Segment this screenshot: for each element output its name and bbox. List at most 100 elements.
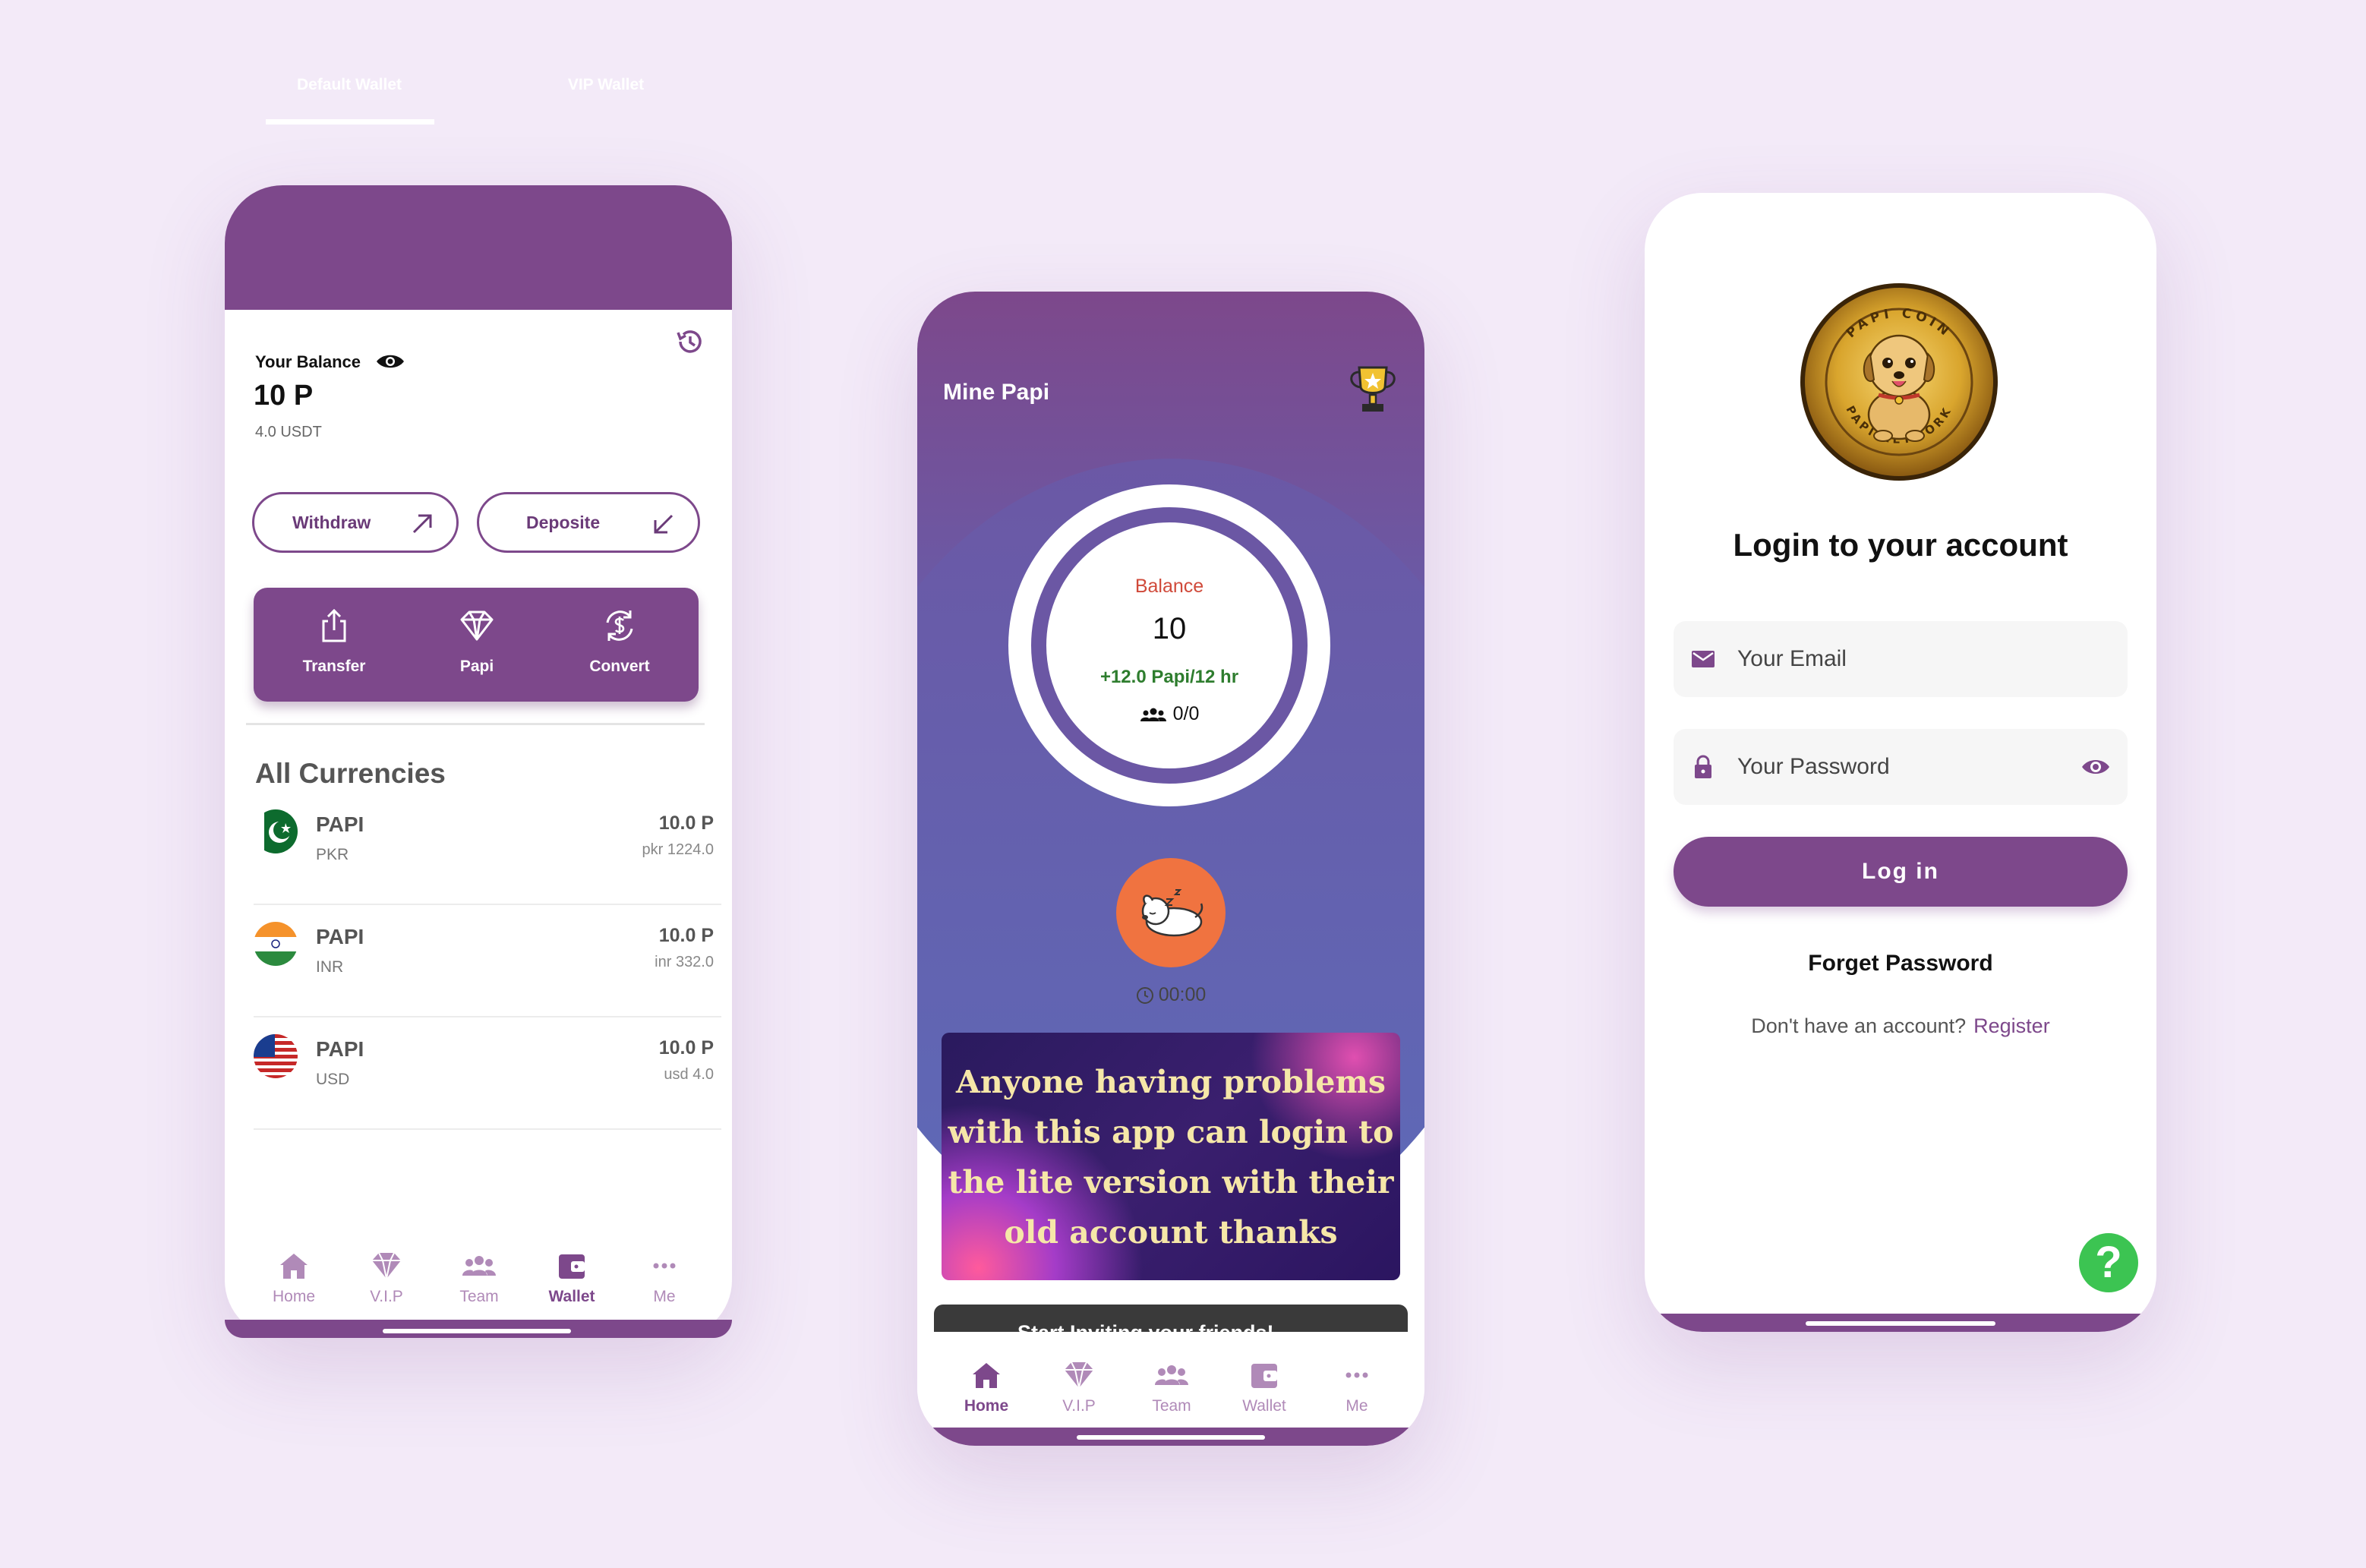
email-field[interactable]	[1674, 621, 2128, 697]
email-input[interactable]	[1737, 638, 2064, 680]
transfer-label: Transfer	[302, 658, 366, 675]
nav-team-label: Team	[1152, 1397, 1191, 1415]
divider	[246, 723, 705, 725]
nav-vip-label: V.I.P	[370, 1288, 403, 1305]
diamond-icon	[372, 1252, 401, 1279]
home-icon	[973, 1363, 1000, 1388]
eye-icon[interactable]	[2081, 756, 2111, 778]
currency-name: PAPI	[316, 1037, 364, 1061]
mine-screen: Mine Papi Balance 10 +12.0 Papi/12 hr 0/…	[917, 292, 1424, 1446]
all-currencies-heading: All Currencies	[255, 758, 446, 789]
deposit-button[interactable]: Deposite	[477, 492, 700, 553]
currency-row-pkr[interactable]: PAPI PKR 10.0 P pkr 1224.0	[254, 793, 721, 905]
mine-button[interactable]	[1116, 858, 1226, 967]
nav-me-label: Me	[1345, 1397, 1368, 1415]
sleeping-dog-icon	[1141, 889, 1204, 937]
nav-wallet-label: Wallet	[1242, 1397, 1286, 1415]
nav-home-label: Home	[272, 1288, 316, 1305]
home-indicator	[383, 1329, 571, 1333]
login-button[interactable]: Log in	[1674, 837, 2128, 907]
nav-me[interactable]: Me	[623, 1250, 706, 1306]
password-input[interactable]	[1737, 746, 2064, 788]
currency-row-usd[interactable]: PAPI USD 10.0 P usd 4.0	[254, 1017, 721, 1130]
lock-icon	[1695, 755, 1711, 778]
diamond-icon	[460, 610, 494, 641]
currency-converted: usd 4.0	[664, 1066, 714, 1083]
clock-icon	[1136, 987, 1153, 1005]
login-screen: PAPI COIN PAPI NETWORK Login to your acc…	[1645, 193, 2156, 1332]
register-link[interactable]: Register	[1973, 1014, 2050, 1037]
register-prompt: Don't have an account? Register	[1645, 1014, 2156, 1038]
active-tab-indicator	[266, 119, 434, 125]
nav-wallet[interactable]: Wallet	[1222, 1359, 1306, 1415]
papi-label: Papi	[459, 658, 494, 675]
team-icon	[1155, 1365, 1188, 1385]
papi-action[interactable]: Papi	[424, 606, 530, 676]
balance-ring: Balance 10 +12.0 Papi/12 hr 0/0	[1008, 484, 1330, 806]
team-count-row: 0/0	[1046, 703, 1292, 725]
share-icon	[322, 608, 346, 642]
balance-value: 10 P	[254, 380, 314, 412]
india-flag-icon	[254, 922, 298, 966]
arrow-up-right-icon	[412, 514, 432, 534]
diamond-icon	[1065, 1361, 1093, 1389]
convert-action[interactable]: Convert	[566, 606, 673, 676]
balance-ring-inner: Balance 10 +12.0 Papi/12 hr 0/0	[1031, 507, 1308, 784]
tab-vip-wallet[interactable]: VIP Wallet	[522, 76, 689, 94]
nav-home-label: Home	[964, 1397, 1009, 1415]
password-field[interactable]	[1674, 729, 2128, 805]
deposit-label: Deposite	[526, 513, 601, 532]
withdraw-label: Withdraw	[292, 513, 371, 532]
announcement-banner[interactable]: Anyone having problems with this app can…	[942, 1033, 1400, 1280]
home-indicator	[1806, 1321, 1995, 1326]
papi-coin-logo: PAPI COIN PAPI NETWORK	[1800, 283, 1998, 481]
balance-label: Your Balance	[255, 352, 361, 371]
help-button[interactable]: ?	[2079, 1233, 2138, 1292]
trophy-icon[interactable]	[1344, 361, 1402, 419]
usa-flag-icon	[254, 1034, 298, 1078]
pakistan-flag-icon	[254, 809, 298, 853]
convert-label: Convert	[589, 658, 650, 675]
nav-team[interactable]: Team	[437, 1250, 521, 1306]
balance-value: 10	[1152, 612, 1187, 645]
currency-name: PAPI	[316, 812, 364, 836]
nav-team[interactable]: Team	[1130, 1359, 1213, 1415]
history-icon[interactable]	[674, 327, 705, 357]
home-icon	[280, 1254, 308, 1279]
more-icon	[653, 1263, 676, 1269]
nav-home[interactable]: Home	[945, 1359, 1028, 1415]
wallet-icon	[1251, 1364, 1277, 1388]
currency-amount: 10.0 P	[658, 925, 714, 946]
timer-value: 00:00	[1158, 984, 1207, 1005]
currency-name: PAPI	[316, 925, 364, 948]
nav-wallet-label: Wallet	[548, 1288, 595, 1305]
forget-password-link[interactable]: Forget Password	[1645, 951, 2156, 976]
arrow-down-left-icon	[654, 514, 674, 534]
currency-amount: 10.0 P	[658, 812, 714, 834]
wallet-header	[225, 185, 732, 310]
nav-me[interactable]: Me	[1315, 1359, 1399, 1415]
nav-vip[interactable]: V.I.P	[1037, 1359, 1121, 1415]
nav-team-label: Team	[459, 1288, 499, 1305]
wallet-icon	[559, 1254, 585, 1279]
currency-row-inr[interactable]: PAPI INR 10.0 P inr 332.0	[254, 905, 721, 1017]
currency-amount: 10.0 P	[658, 1037, 714, 1058]
transfer-action[interactable]: Transfer	[281, 606, 387, 676]
nav-vip-label: V.I.P	[1062, 1397, 1096, 1415]
nav-wallet[interactable]: Wallet	[530, 1250, 614, 1306]
nav-home[interactable]: Home	[252, 1250, 336, 1306]
tab-default-wallet[interactable]: Default Wallet	[266, 76, 433, 94]
home-indicator	[1077, 1435, 1265, 1440]
nav-vip[interactable]: V.I.P	[345, 1250, 428, 1306]
login-title: Login to your account	[1733, 527, 2068, 563]
withdraw-button[interactable]: Withdraw	[252, 492, 459, 553]
nav-me-label: Me	[653, 1288, 676, 1305]
mail-icon	[1692, 651, 1715, 667]
quick-actions-card: Transfer Papi Convert	[254, 588, 699, 702]
no-account-text: Don't have an account?	[1751, 1014, 1967, 1037]
page-title: Mine Papi	[943, 380, 1050, 405]
currency-converted: pkr 1224.0	[642, 841, 714, 858]
more-icon	[1345, 1372, 1368, 1378]
balance-usdt: 4.0 USDT	[255, 424, 322, 440]
eye-icon[interactable]	[375, 352, 405, 371]
